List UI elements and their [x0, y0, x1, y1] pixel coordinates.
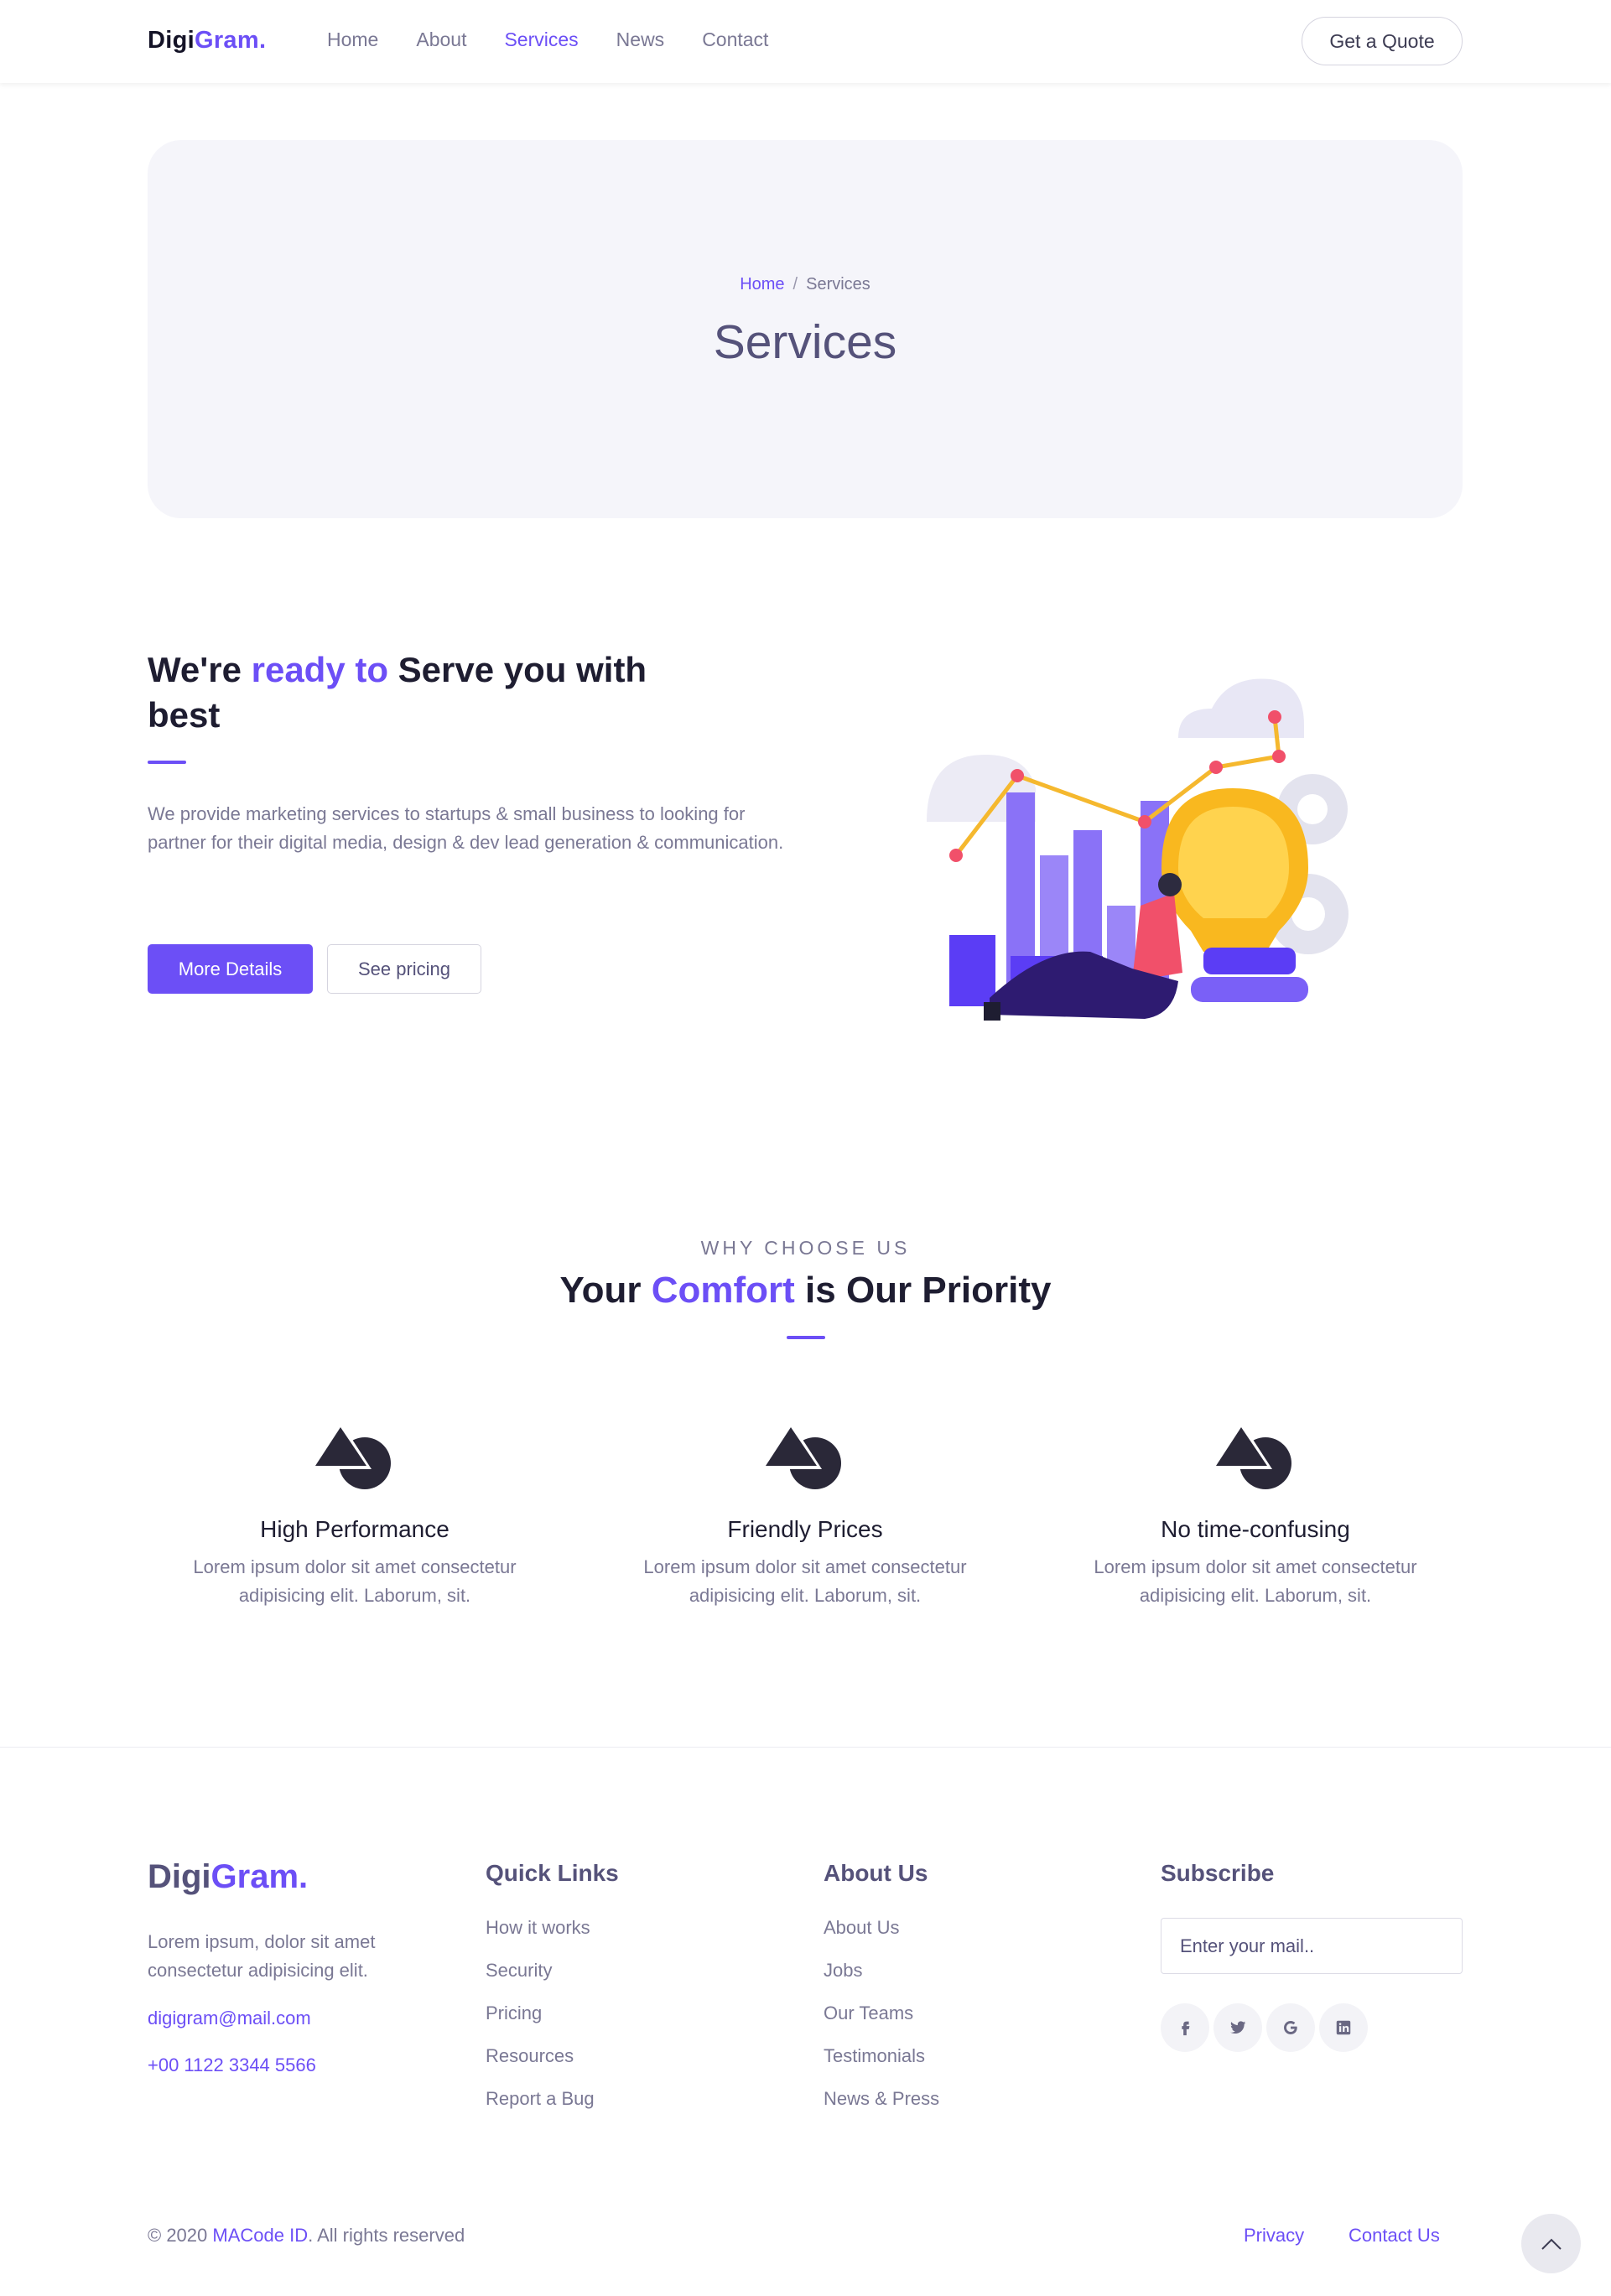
feature-card: No time-confusing Lorem ipsum dolor sit …: [1054, 1417, 1457, 1610]
back-to-top-button[interactable]: [1521, 2214, 1581, 2273]
page-header-banner: Home / Services Services: [148, 140, 1463, 518]
linkedin-icon[interactable]: [1319, 2003, 1368, 2052]
about-us-heading: About Us: [824, 1860, 928, 1886]
nav-links: Home About Services News Contact: [327, 29, 806, 51]
twitter-icon[interactable]: [1213, 2003, 1262, 2052]
feature-description: Lorem ipsum dolor sit amet consectetur a…: [193, 1556, 517, 1606]
intro-heading: We're ready to Serve you with best: [148, 647, 684, 738]
feature-description: Lorem ipsum dolor sit amet consectetur a…: [643, 1556, 967, 1606]
nav-link-news[interactable]: News: [616, 29, 665, 51]
section-heading-part2: is Our Priority: [794, 1270, 1052, 1311]
intro-heading-part1: We're: [148, 650, 252, 689]
nav-link-about[interactable]: About: [416, 29, 466, 51]
breadcrumb-home-link[interactable]: Home: [740, 275, 784, 293]
get-quote-button[interactable]: Get a Quote: [1302, 17, 1463, 65]
footer-link[interactable]: Testimonials: [824, 2044, 939, 2086]
breadcrumb-current: Services: [806, 275, 870, 293]
social-links: [1161, 2003, 1368, 2052]
copyright-brand-link[interactable]: MACode ID: [212, 2225, 308, 2246]
footer-link[interactable]: News & Press: [824, 2086, 939, 2129]
more-details-button[interactable]: More Details: [148, 944, 313, 994]
footer-link[interactable]: Report a Bug: [486, 2086, 619, 2129]
footer-email-link[interactable]: digigram@mail.com: [148, 2008, 311, 2029]
feature-description: Lorem ipsum dolor sit amet consectetur a…: [1094, 1556, 1417, 1606]
marketing-illustration: [927, 678, 1349, 1021]
logo-main-text: Digi: [148, 27, 195, 54]
footer-link[interactable]: How it works: [486, 1915, 619, 1958]
intro-heading-accent: ready to: [251, 650, 388, 689]
footer-logo-main: Digi: [148, 1858, 211, 1895]
breadcrumb: Home / Services: [148, 275, 1463, 294]
top-navbar: DigiGram. Home About Services News Conta…: [0, 0, 1611, 83]
chevron-up-icon: [1541, 2238, 1562, 2250]
footer-link[interactable]: About Us: [824, 1915, 939, 1958]
privacy-link[interactable]: Privacy: [1244, 2225, 1304, 2247]
about-us-column: About Us About Us Jobs Our Teams Testimo…: [824, 1860, 939, 2129]
facebook-icon[interactable]: [1161, 2003, 1209, 2052]
section-eyebrow: WHY CHOOSE US: [700, 1237, 911, 1259]
contact-us-link[interactable]: Contact Us: [1349, 2225, 1440, 2247]
nav-link-home[interactable]: Home: [327, 29, 378, 51]
shapes-icon: [1213, 1421, 1291, 1489]
subscribe-email-input[interactable]: [1161, 1918, 1463, 1974]
section-heading-part1: Your: [559, 1270, 652, 1311]
footer-divider: [0, 1747, 1611, 1748]
subscribe-heading: Subscribe: [1161, 1860, 1275, 1886]
intro-description: We provide marketing services to startup…: [148, 803, 784, 853]
feature-title: No time-confusing: [1161, 1516, 1350, 1542]
footer-about-text: Lorem ipsum, dolor sit amet consectetur …: [148, 1931, 376, 1981]
footer-logo-accent: Gram.: [210, 1858, 309, 1895]
nav-link-services[interactable]: Services: [504, 29, 578, 51]
page-title: Services: [713, 315, 897, 369]
shapes-icon: [763, 1421, 841, 1489]
google-icon[interactable]: [1266, 2003, 1315, 2052]
footer-link[interactable]: Security: [486, 1958, 619, 2001]
nav-link-contact[interactable]: Contact: [702, 29, 768, 51]
section-heading-accent: Comfort: [651, 1270, 795, 1311]
footer-link[interactable]: Our Teams: [824, 2001, 939, 2044]
feature-title: High Performance: [260, 1516, 450, 1542]
quick-links-column: Quick Links How it works Security Pricin…: [486, 1860, 619, 2129]
section-heading-underline: [787, 1336, 825, 1339]
copyright-suffix: . All rights reserved: [308, 2225, 465, 2246]
footer-link[interactable]: Resources: [486, 2044, 619, 2086]
feature-title: Friendly Prices: [727, 1516, 883, 1542]
breadcrumb-separator: /: [793, 275, 798, 293]
feature-card: Friendly Prices Lorem ipsum dolor sit am…: [604, 1417, 1006, 1610]
footer-link[interactable]: Pricing: [486, 2001, 619, 2044]
shapes-icon: [313, 1421, 391, 1489]
footer-logo[interactable]: DigiGram.: [148, 1858, 308, 1896]
copyright-text: © 2020 MACode ID. All rights reserved: [148, 2225, 465, 2247]
see-pricing-button[interactable]: See pricing: [327, 944, 481, 994]
quick-links-heading: Quick Links: [486, 1860, 619, 1886]
logo-accent-text: Gram.: [194, 27, 267, 54]
heading-underline: [148, 761, 186, 764]
brand-logo[interactable]: DigiGram.: [148, 27, 266, 55]
feature-card: High Performance Lorem ipsum dolor sit a…: [153, 1417, 556, 1610]
subscribe-column: Subscribe: [1161, 1860, 1274, 1915]
section-heading: Your Comfort is Our Priority: [0, 1270, 1611, 1312]
copyright-prefix: © 2020: [148, 2225, 213, 2246]
footer-link[interactable]: Jobs: [824, 1958, 939, 2001]
footer-phone-link[interactable]: +00 1122 3344 5566: [148, 2054, 316, 2076]
